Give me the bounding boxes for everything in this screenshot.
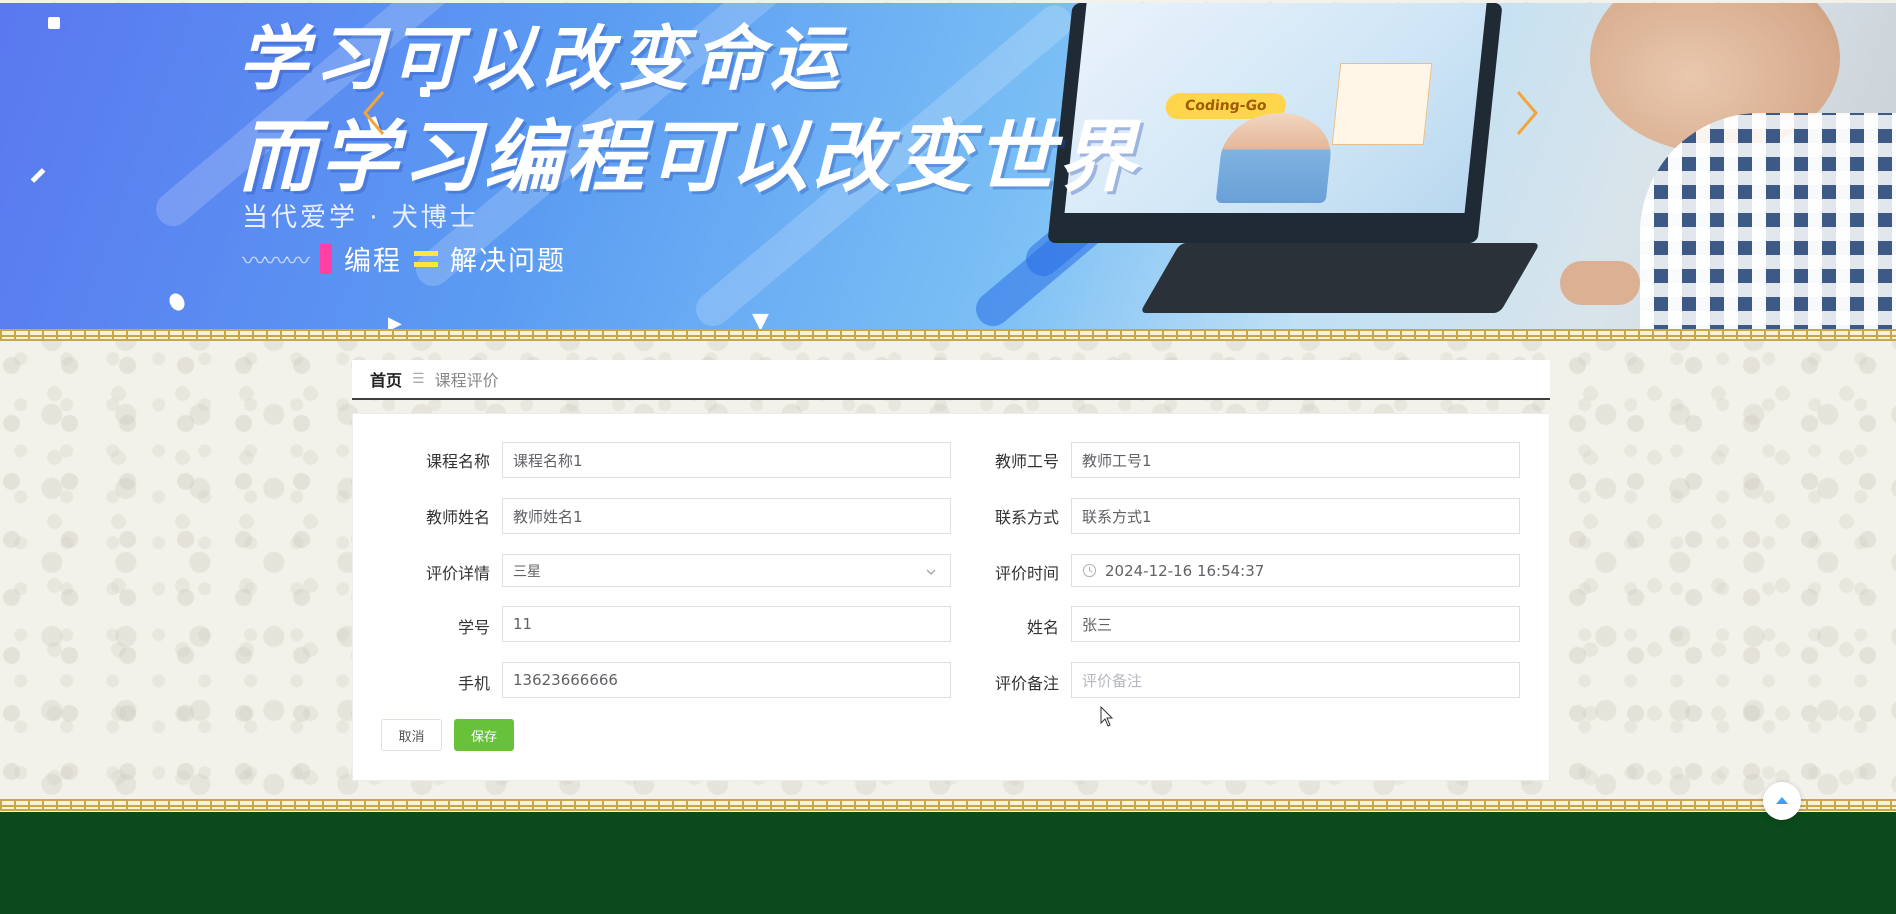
slogan-right: 解决问题 bbox=[450, 246, 566, 277]
breadcrumb: 首页 ☰ 课程评价 bbox=[352, 360, 1550, 400]
student-id-label: 学号 bbox=[457, 618, 490, 637]
hand-image bbox=[1560, 261, 1640, 305]
screen-card bbox=[1331, 63, 1433, 145]
mouse-cursor-icon bbox=[1100, 706, 1114, 727]
teacher-name-label: 教师姓名 bbox=[425, 508, 490, 527]
contact-input[interactable]: 联系方式1 bbox=[1071, 498, 1520, 534]
deco-dash bbox=[30, 168, 46, 183]
phone-label: 手机 bbox=[457, 674, 490, 693]
phone-input[interactable]: 13623666666 bbox=[502, 662, 951, 698]
rating-select[interactable]: 三星 bbox=[502, 554, 951, 587]
pink-bar-icon bbox=[320, 243, 332, 274]
carousel-next-button[interactable] bbox=[1507, 83, 1547, 143]
student-name-label: 姓名 bbox=[1026, 618, 1059, 637]
remark-input[interactable]: 评价备注 bbox=[1071, 662, 1520, 698]
clock-icon bbox=[1082, 563, 1097, 578]
footer bbox=[0, 812, 1896, 914]
banner-subtitle: 当代爱学 · 犬博士 bbox=[242, 203, 479, 233]
deco-square bbox=[48, 17, 60, 29]
teacher-name-input[interactable]: 教师姓名1 bbox=[502, 498, 951, 534]
contact-label: 联系方式 bbox=[994, 508, 1059, 527]
slogan-left: 编程 bbox=[344, 246, 402, 277]
rating-label: 评价详情 bbox=[425, 564, 490, 583]
down-triangle-icon: ▼ bbox=[752, 309, 769, 331]
save-button[interactable]: 保存 bbox=[454, 719, 514, 751]
remark-label: 评价备注 bbox=[994, 674, 1059, 693]
caret-up-icon bbox=[1776, 797, 1788, 804]
keyboard-image bbox=[1139, 243, 1541, 313]
course-name-label: 课程名称 bbox=[425, 452, 490, 471]
breadcrumb-current: 课程评价 bbox=[434, 371, 499, 390]
carousel-prev-button[interactable] bbox=[354, 83, 394, 143]
decorative-border-bottom bbox=[0, 799, 1896, 811]
chevron-down-icon bbox=[926, 569, 936, 575]
chevron-right-icon bbox=[1516, 91, 1538, 135]
banner-headline-1: 学习可以改变命运 bbox=[238, 18, 846, 100]
banner-slogan: 〰〰〰 编程 解决问题 bbox=[242, 239, 566, 278]
breadcrumb-separator-icon: ☰ bbox=[412, 371, 425, 387]
equals-icon bbox=[414, 250, 438, 267]
course-name-input[interactable]: 课程名称1 bbox=[502, 442, 951, 478]
cancel-button[interactable]: 取消 bbox=[381, 719, 442, 751]
deco-oval bbox=[166, 290, 188, 314]
rating-selected-value: 三星 bbox=[513, 563, 541, 580]
student-name-input[interactable]: 张三 bbox=[1071, 606, 1520, 642]
eval-time-picker[interactable]: 2024-12-16 16:54:37 bbox=[1071, 554, 1520, 587]
screen-people bbox=[1215, 113, 1336, 203]
teacher-id-label: 教师工号 bbox=[994, 452, 1059, 471]
person-shirt-image bbox=[1640, 113, 1896, 331]
eval-time-value: 2024-12-16 16:54:37 bbox=[1105, 561, 1265, 580]
decorative-border-top bbox=[0, 329, 1896, 341]
wave-icon: 〰〰〰 bbox=[242, 247, 310, 275]
eval-time-label: 评价时间 bbox=[994, 564, 1059, 583]
back-to-top-button[interactable] bbox=[1763, 782, 1801, 820]
hero-banner: Coding-Go ▶ ▼ 学习可以改变命运 而学习编程可以改变世界 当代爱学 … bbox=[0, 3, 1896, 331]
student-id-input[interactable]: 11 bbox=[502, 606, 951, 642]
breadcrumb-home-link[interactable]: 首页 bbox=[370, 367, 402, 391]
chevron-left-icon bbox=[363, 91, 385, 135]
teacher-id-input[interactable]: 教师工号1 bbox=[1071, 442, 1520, 478]
